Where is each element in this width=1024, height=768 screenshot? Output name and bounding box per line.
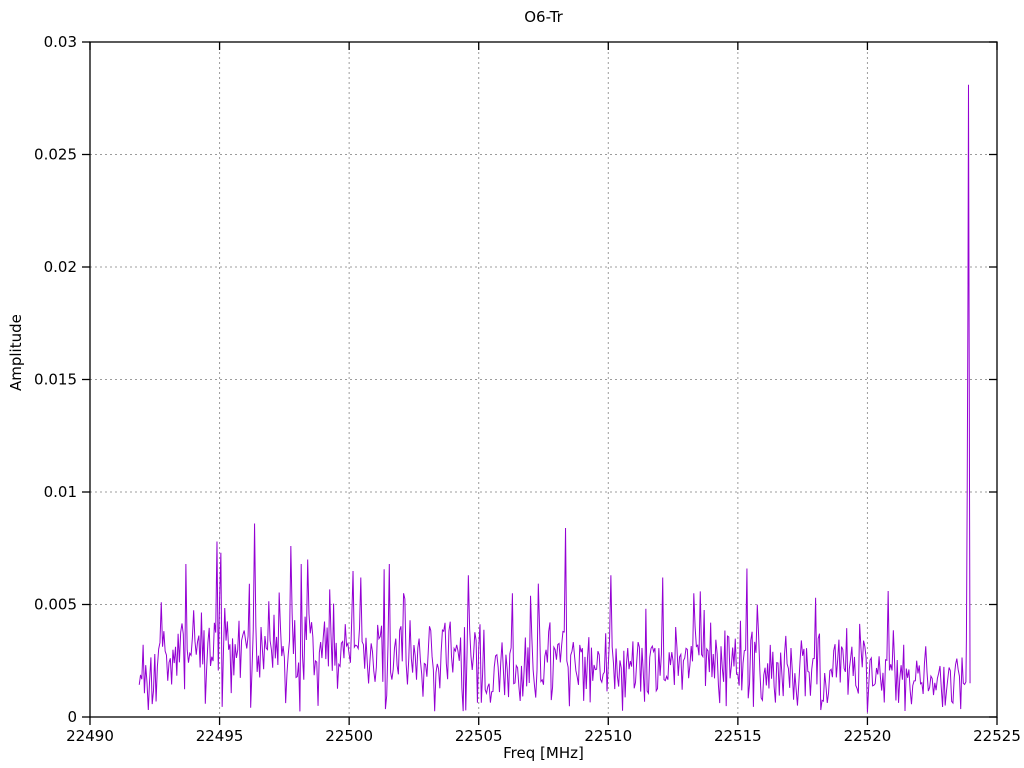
y-tick-label: 0 [67,708,77,726]
x-tick-label: 22520 [844,727,892,745]
y-tick-label: 0.03 [44,33,77,51]
x-tick-label: 22505 [455,727,503,745]
x-axis-title: Freq [MHz] [503,744,584,762]
y-tick-label: 0.01 [44,483,77,501]
chart-canvas: 22490 22495 22500 22505 22510 22515 22520 22525… [34,33,1021,745]
x-tick-label: 22525 [973,727,1021,745]
y-tick-label: 0.005 [34,596,77,614]
x-tick-label: 22500 [325,727,373,745]
x-tick-label: 22510 [584,727,632,745]
x-tick-label: 22515 [714,727,762,745]
y-tick-label: 0.02 [44,258,77,276]
data-series-line [138,84,971,713]
x-tick-label: 22495 [196,727,244,745]
x-tick-label: 22490 [66,727,114,745]
plot-window: O6-Tr Amplitude 22490 22495 22500 22505 2251… [0,0,1024,768]
y-tick-label: 0.015 [34,371,77,389]
y-tick-label: 0.025 [34,146,77,164]
